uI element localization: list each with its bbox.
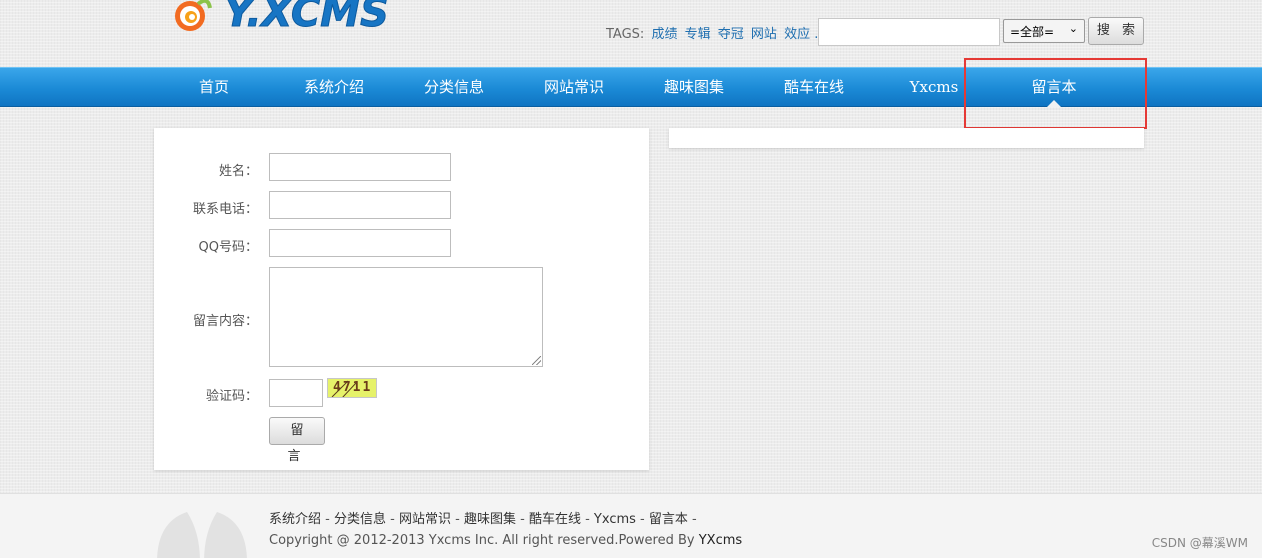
- captcha-label: 验证码：: [205, 389, 258, 404]
- footer-decoration-icon: [157, 512, 247, 558]
- footer-links: 系统介绍 - 分类信息 - 网站常识 - 趣味图集 - 酷车在线 - Yxcms…: [269, 512, 697, 527]
- nav-item-fun-gallery[interactable]: 趣味图集: [634, 68, 754, 108]
- tag-link[interactable]: 网站: [751, 27, 777, 42]
- copyright: Copyright @ 2012-2013 Yxcms Inc. All rig…: [269, 533, 742, 548]
- footer-link-system-intro[interactable]: 系统介绍: [269, 512, 321, 527]
- annotation-highlight-box: [964, 58, 1147, 129]
- footer-link-yxcms[interactable]: Yxcms: [594, 512, 636, 527]
- phone-label: 联系电话：: [192, 202, 258, 217]
- footer: 系统介绍 - 分类信息 - 网站常识 - 趣味图集 - 酷车在线 - Yxcms…: [0, 493, 1262, 558]
- tags-label: TAGS:: [606, 27, 645, 42]
- name-label: 姓名：: [218, 164, 258, 179]
- nav-item-cool-cars[interactable]: 酷车在线: [754, 68, 874, 108]
- guestbook-form: 姓名： 联系电话： QQ号码： 留言内容： 验证码： 4711 留 言: [154, 128, 649, 470]
- search-input[interactable]: [818, 18, 1000, 46]
- tag-link[interactable]: 成绩: [651, 27, 677, 42]
- footer-link-web-knowledge[interactable]: 网站常识: [399, 512, 451, 527]
- search-button[interactable]: 搜 索: [1088, 17, 1144, 45]
- qq-field[interactable]: [269, 229, 451, 257]
- qq-label: QQ号码：: [198, 240, 258, 255]
- content-textarea[interactable]: [269, 267, 543, 367]
- nav-item-categories[interactable]: 分类信息: [394, 68, 514, 108]
- nav-item-home[interactable]: 首页: [154, 68, 274, 108]
- captcha-field[interactable]: [269, 379, 323, 407]
- nav-item-system-intro[interactable]: 系统介绍: [274, 68, 394, 108]
- footer-link-guestbook[interactable]: 留言本: [649, 512, 688, 527]
- content-label: 留言内容：: [192, 314, 258, 329]
- nav-item-web-knowledge[interactable]: 网站常识: [514, 68, 634, 108]
- chevron-down-icon: ⌄: [1068, 22, 1078, 35]
- footer-link-fun-gallery[interactable]: 趣味图集: [464, 512, 516, 527]
- tags-bar: TAGS: 成绩 专辑 夺冠 网站 效应 ...: [606, 23, 827, 42]
- copyright-text: Copyright @ 2012-2013 Yxcms Inc. All rig…: [269, 533, 699, 548]
- footer-link-cool-cars[interactable]: 酷车在线: [529, 512, 581, 527]
- phone-field[interactable]: [269, 191, 451, 219]
- captcha-noise-icon: [331, 380, 357, 397]
- logo-swirl-icon: [175, 0, 212, 31]
- tag-link[interactable]: 专辑: [685, 27, 711, 42]
- side-panel: [669, 128, 1144, 148]
- logo-text: Y.XCMS: [224, 0, 389, 36]
- site-logo[interactable]: Y.XCMS: [158, 0, 408, 38]
- captcha-image[interactable]: 4711: [327, 378, 377, 398]
- footer-link-categories[interactable]: 分类信息: [334, 512, 386, 527]
- search-scope-select[interactable]: =全部= ⌄: [1003, 19, 1085, 43]
- scope-selected-value: =全部=: [1010, 25, 1055, 39]
- name-field[interactable]: [269, 153, 451, 181]
- powered-by-link[interactable]: YXcms: [699, 533, 742, 548]
- submit-button[interactable]: 留 言: [269, 417, 325, 464]
- resize-handle-icon[interactable]: [532, 356, 541, 365]
- tag-link[interactable]: 夺冠: [718, 27, 744, 42]
- watermark: CSDN @幕溪WM: [1151, 536, 1248, 550]
